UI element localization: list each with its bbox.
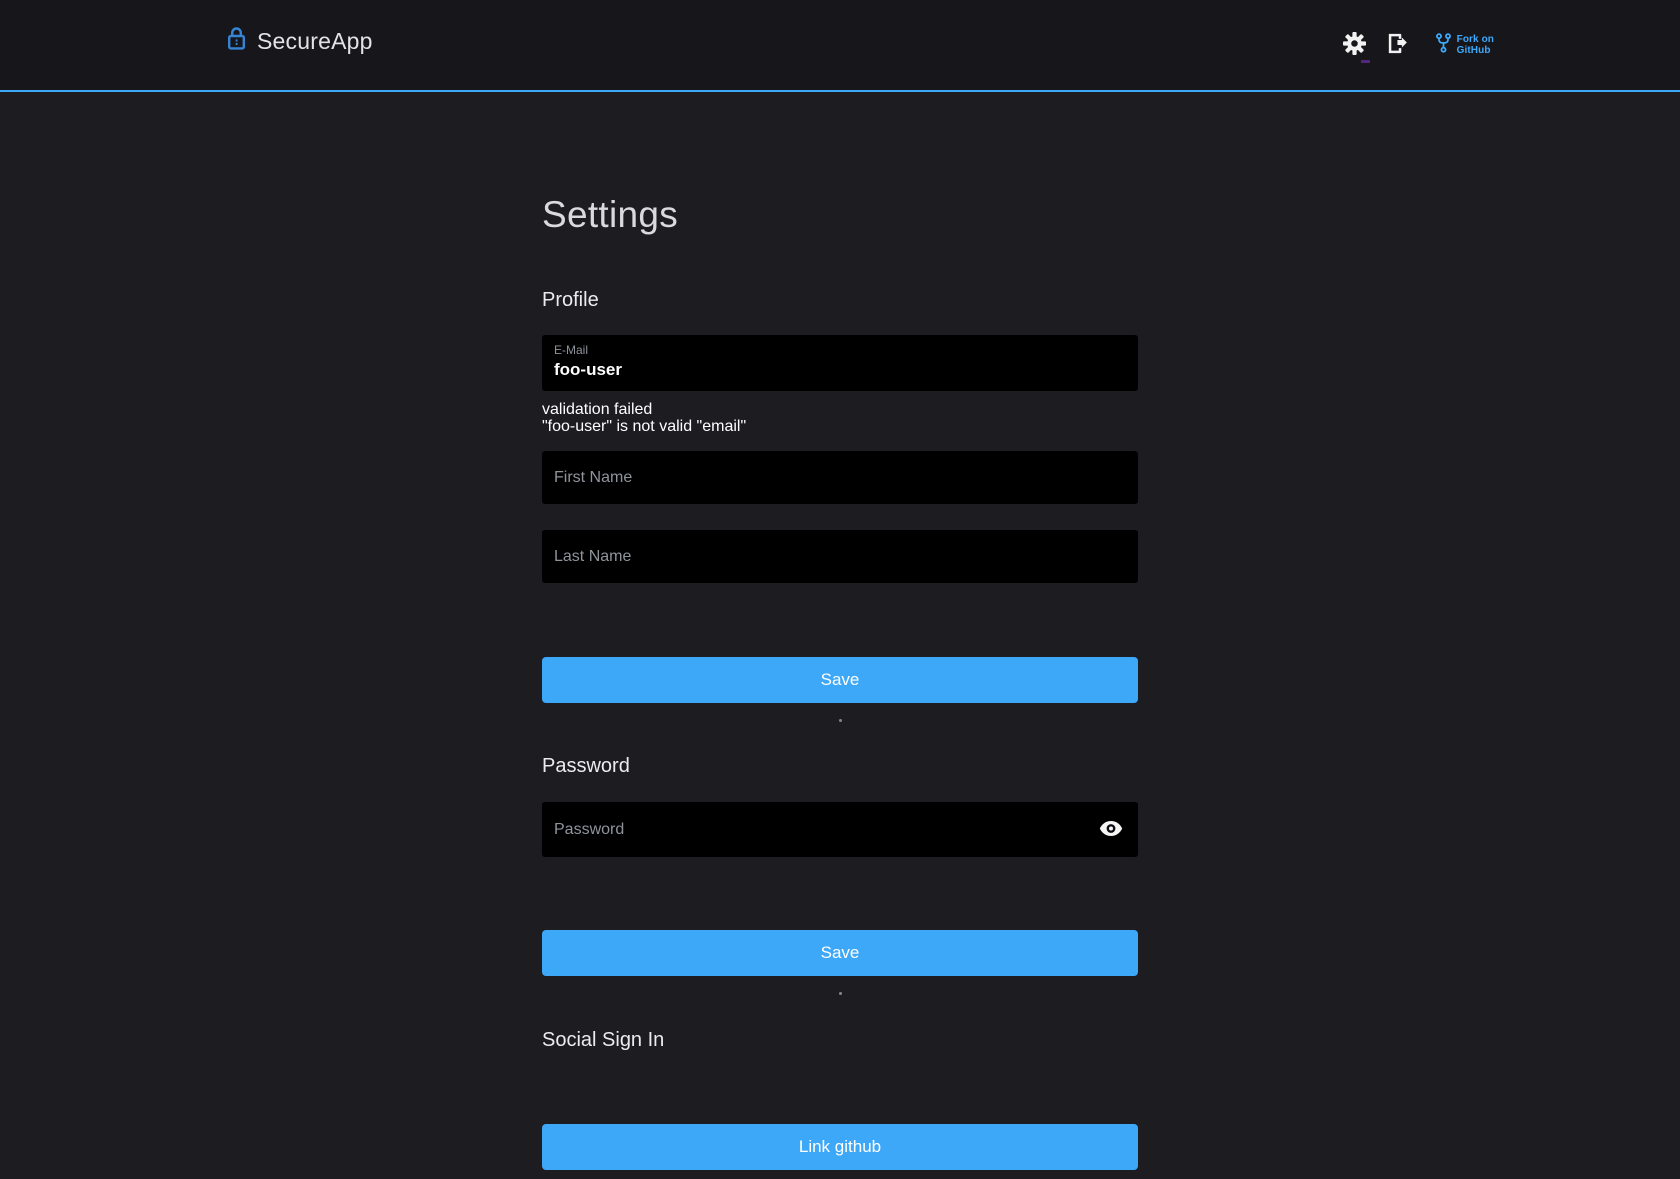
header-actions: Fork on GitHub xyxy=(1340,0,1494,90)
settings-gear-icon xyxy=(1343,32,1366,58)
first-name-input[interactable] xyxy=(542,451,1138,504)
app-header: SecureApp xyxy=(0,0,1680,92)
app-title: SecureApp xyxy=(257,28,373,55)
divider-dot xyxy=(839,719,842,722)
brand: SecureApp xyxy=(227,26,373,56)
email-input[interactable] xyxy=(554,357,1126,380)
settings-button[interactable] xyxy=(1340,29,1369,61)
logout-button[interactable] xyxy=(1382,29,1411,61)
save-password-button[interactable]: Save xyxy=(542,930,1138,976)
logout-icon xyxy=(1385,32,1408,58)
page-title: Settings xyxy=(542,193,1138,236)
fork-link-line2: GitHub xyxy=(1457,45,1491,56)
settings-page: Settings Profile E-Mail validation faile… xyxy=(542,193,1138,1170)
save-profile-button[interactable]: Save xyxy=(542,657,1138,703)
social-section-heading: Social Sign In xyxy=(542,1029,1138,1052)
gear-underline-indicator xyxy=(1361,60,1370,63)
email-validation-error: validation failed "foo-user" is not vali… xyxy=(542,401,1138,435)
show-password-icon xyxy=(1099,820,1123,840)
last-name-input[interactable] xyxy=(542,530,1138,583)
password-field-wrapper xyxy=(542,802,1138,857)
validation-line2: "foo-user" is not valid "email" xyxy=(542,418,1138,435)
validation-line1: validation failed xyxy=(542,401,1138,418)
divider-dot xyxy=(839,992,842,995)
toggle-password-visibility-button[interactable] xyxy=(1097,818,1125,842)
fork-link-label: Fork on GitHub xyxy=(1457,34,1494,56)
password-input[interactable] xyxy=(542,802,1097,857)
profile-section-heading: Profile xyxy=(542,289,1138,312)
email-field-wrapper: E-Mail xyxy=(542,335,1138,391)
email-field-label: E-Mail xyxy=(554,343,1126,357)
fork-on-github-link[interactable]: Fork on GitHub xyxy=(1436,33,1494,58)
fork-link-line1: Fork on xyxy=(1457,34,1494,45)
lock-icon xyxy=(227,26,246,56)
link-github-button[interactable]: Link github xyxy=(542,1124,1138,1170)
password-section-heading: Password xyxy=(542,755,1138,778)
git-fork-icon xyxy=(1436,33,1451,58)
